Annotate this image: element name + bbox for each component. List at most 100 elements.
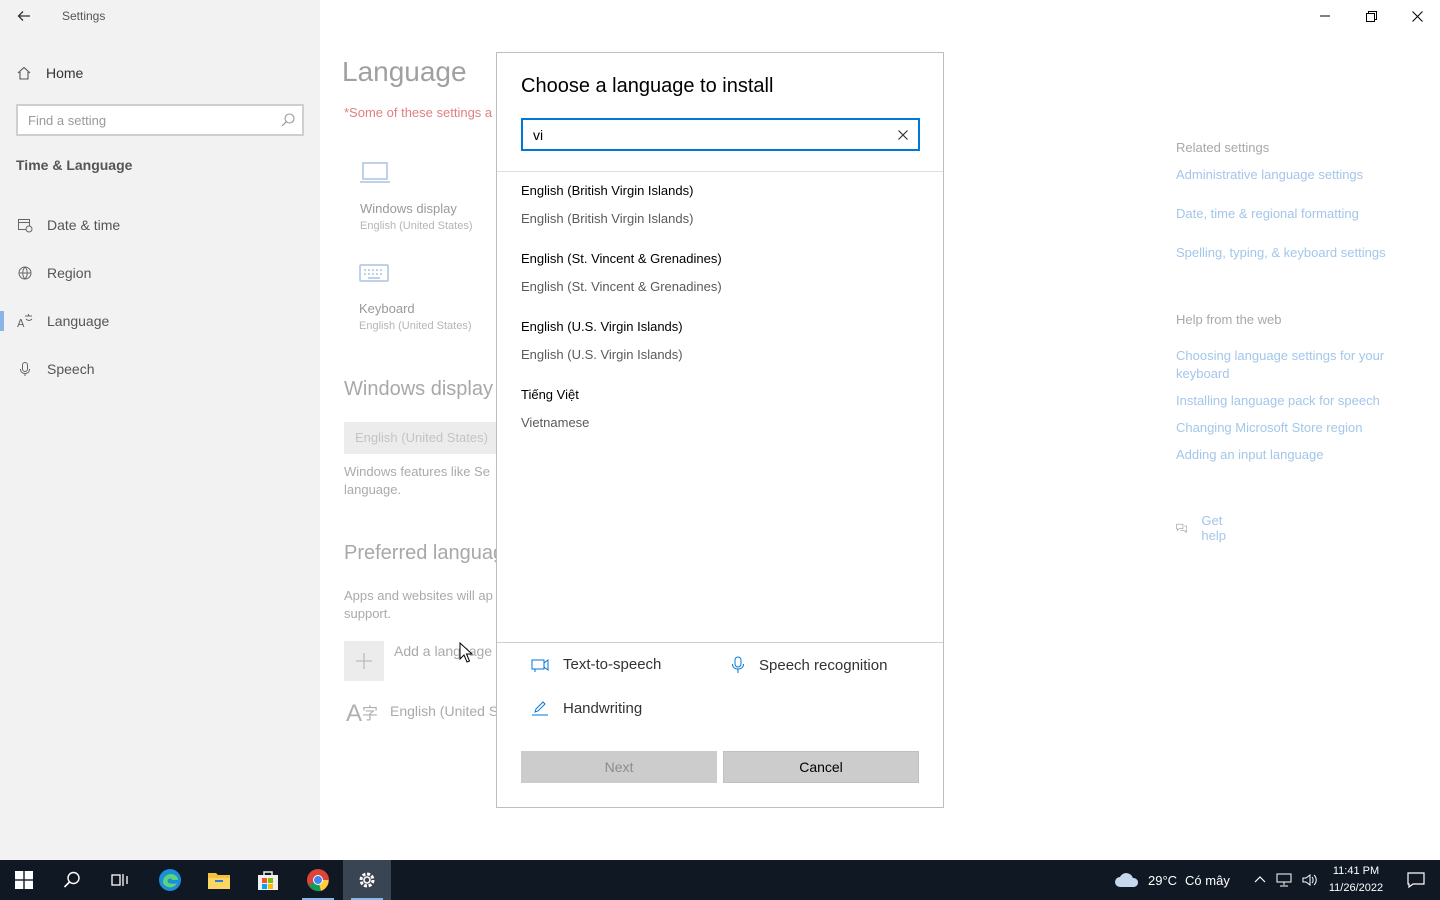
clock-time: 11:41 PM [1332,865,1380,877]
globe-icon [17,265,33,281]
keyboard-icon [359,264,389,282]
task-view-button[interactable] [96,860,144,900]
search-icon [63,871,80,888]
cloud-icon [1115,873,1139,887]
close-button[interactable] [1394,0,1440,32]
plus-icon [356,653,372,669]
microphone-icon [732,656,744,673]
help-heading: Help from the web [1176,312,1282,327]
keyboard-settings-link[interactable]: Spelling, typing, & keyboard settings [1176,244,1386,262]
close-icon [1411,10,1423,22]
get-help-label: Get help [1201,513,1226,543]
help-link-speech[interactable]: Installing language pack for speech [1176,392,1380,410]
sidebar: Settings Home Time & Language Date & tim… [0,0,320,860]
store-bag-icon [258,871,278,890]
store-app-button[interactable] [244,860,292,900]
windows-display-tile[interactable]: Windows display English (United States) [360,160,473,232]
sidebar-item-label: Date & time [47,217,121,233]
minimize-icon [1320,15,1330,17]
clear-search-button[interactable] [894,126,912,144]
sidebar-item-date-time[interactable]: Date & time [0,207,320,243]
notification-center-button[interactable] [1396,860,1436,900]
weather-widget[interactable]: 29°C Có mây [1114,860,1230,900]
sidebar-item-speech[interactable]: Speech [0,351,320,387]
sidebar-item-label: Language [47,313,110,329]
calendar-clock-icon [17,217,33,233]
admin-language-link[interactable]: Administrative language settings [1176,166,1363,184]
text-to-speech-icon [531,658,549,672]
language-option[interactable]: English (British Virgin Islands) English… [497,172,943,240]
volume-icon[interactable] [1302,873,1318,887]
language-english-name: English (U.S. Virgin Islands) [521,347,683,362]
tile-sub: English (United States) [359,320,472,332]
edge-browser-icon [159,869,181,891]
language-search[interactable] [521,118,920,151]
language-option[interactable]: English (U.S. Virgin Islands) English (U… [497,308,943,376]
installed-language[interactable]: English (United St [390,703,502,719]
back-button[interactable] [12,4,36,28]
sidebar-item-language[interactable]: A Language [0,303,320,339]
related-settings-heading: Related settings [1176,140,1270,155]
help-link-input-language[interactable]: Adding an input language [1176,446,1323,464]
chrome-browser-icon [307,869,329,892]
sidebar-home-label: Home [46,65,84,81]
chrome-app-button[interactable] [294,860,342,900]
dialog-title: Choose a language to install [521,75,774,97]
settings-app-button[interactable] [343,860,391,900]
file-explorer-button[interactable] [195,860,243,900]
home-icon [17,66,31,80]
feature-handwriting: Handwriting [531,700,642,717]
sidebar-home[interactable]: Home [16,62,83,84]
add-language-button[interactable] [344,641,384,681]
weather-temperature: 29°C [1148,872,1178,888]
sidebar-item-label: Speech [47,361,95,377]
language-native-name: English (U.S. Virgin Islands) [521,319,683,334]
add-language-label[interactable]: Add a language [394,643,492,659]
language-english-name: Vietnamese [521,415,590,430]
feature-speech-recognition: Speech recognition [731,656,887,674]
sidebar-item-label: Region [47,265,92,281]
next-button[interactable]: Next [521,751,717,783]
language-native-name: English (St. Vincent & Grenadines) [521,251,722,266]
minimize-button[interactable] [1302,0,1348,32]
task-view-icon [111,874,128,886]
feature-label: Text-to-speech [563,656,662,673]
settings-search[interactable] [16,104,304,136]
taskbar-clock[interactable]: 11:41 PM 11/26/2022 [1320,863,1392,897]
help-link-keyboard[interactable]: Choosing language settings for your keyb… [1176,347,1411,383]
sidebar-item-region[interactable]: Region [0,255,320,291]
windows-display-heading: Windows display [344,378,493,400]
folder-icon [208,873,230,889]
taskbar: 29°C Có mây 11:41 PM 11/26/2022 [0,860,1440,900]
language-option[interactable]: English (St. Vincent & Grenadines) Engli… [497,240,943,308]
chevron-up-icon[interactable] [1254,874,1266,886]
help-link-store-region[interactable]: Changing Microsoft Store region [1176,419,1362,437]
cancel-button[interactable]: Cancel [723,751,919,783]
page-title: Language [342,56,467,87]
language-search-input[interactable] [523,120,883,149]
regional-formatting-link[interactable]: Date, time & regional formatting [1176,205,1359,223]
feature-label: Handwriting [563,700,643,717]
display-language-select[interactable]: English (United States) [344,422,504,454]
network-icon[interactable] [1276,873,1292,887]
language-native-name: Tiếng Việt [521,387,579,402]
language-icon: A [17,313,33,329]
restore-button[interactable] [1348,0,1394,32]
edge-app-button[interactable] [146,860,194,900]
chat-help-icon [1176,523,1188,534]
choose-language-dialog: Choose a language to install English (Br… [496,52,944,808]
settings-search-input[interactable] [18,106,268,134]
search-icon[interactable] [280,112,296,128]
keyboard-tile[interactable]: Keyboard English (United States) [359,262,472,332]
weather-description: Có mây [1185,872,1230,888]
language-native-name: English (British Virgin Islands) [521,183,694,198]
back-arrow-icon [17,11,30,21]
get-help-link[interactable]: Get help [1176,513,1233,543]
start-button[interactable] [0,860,48,900]
mouse-cursor-icon [459,642,473,663]
taskbar-search-button[interactable] [48,860,96,900]
laptop-icon [360,162,390,183]
language-option[interactable]: Tiếng Việt Vietnamese [497,376,943,444]
settings-warning: *Some of these settings a [344,105,493,120]
microphone-icon [17,361,33,377]
